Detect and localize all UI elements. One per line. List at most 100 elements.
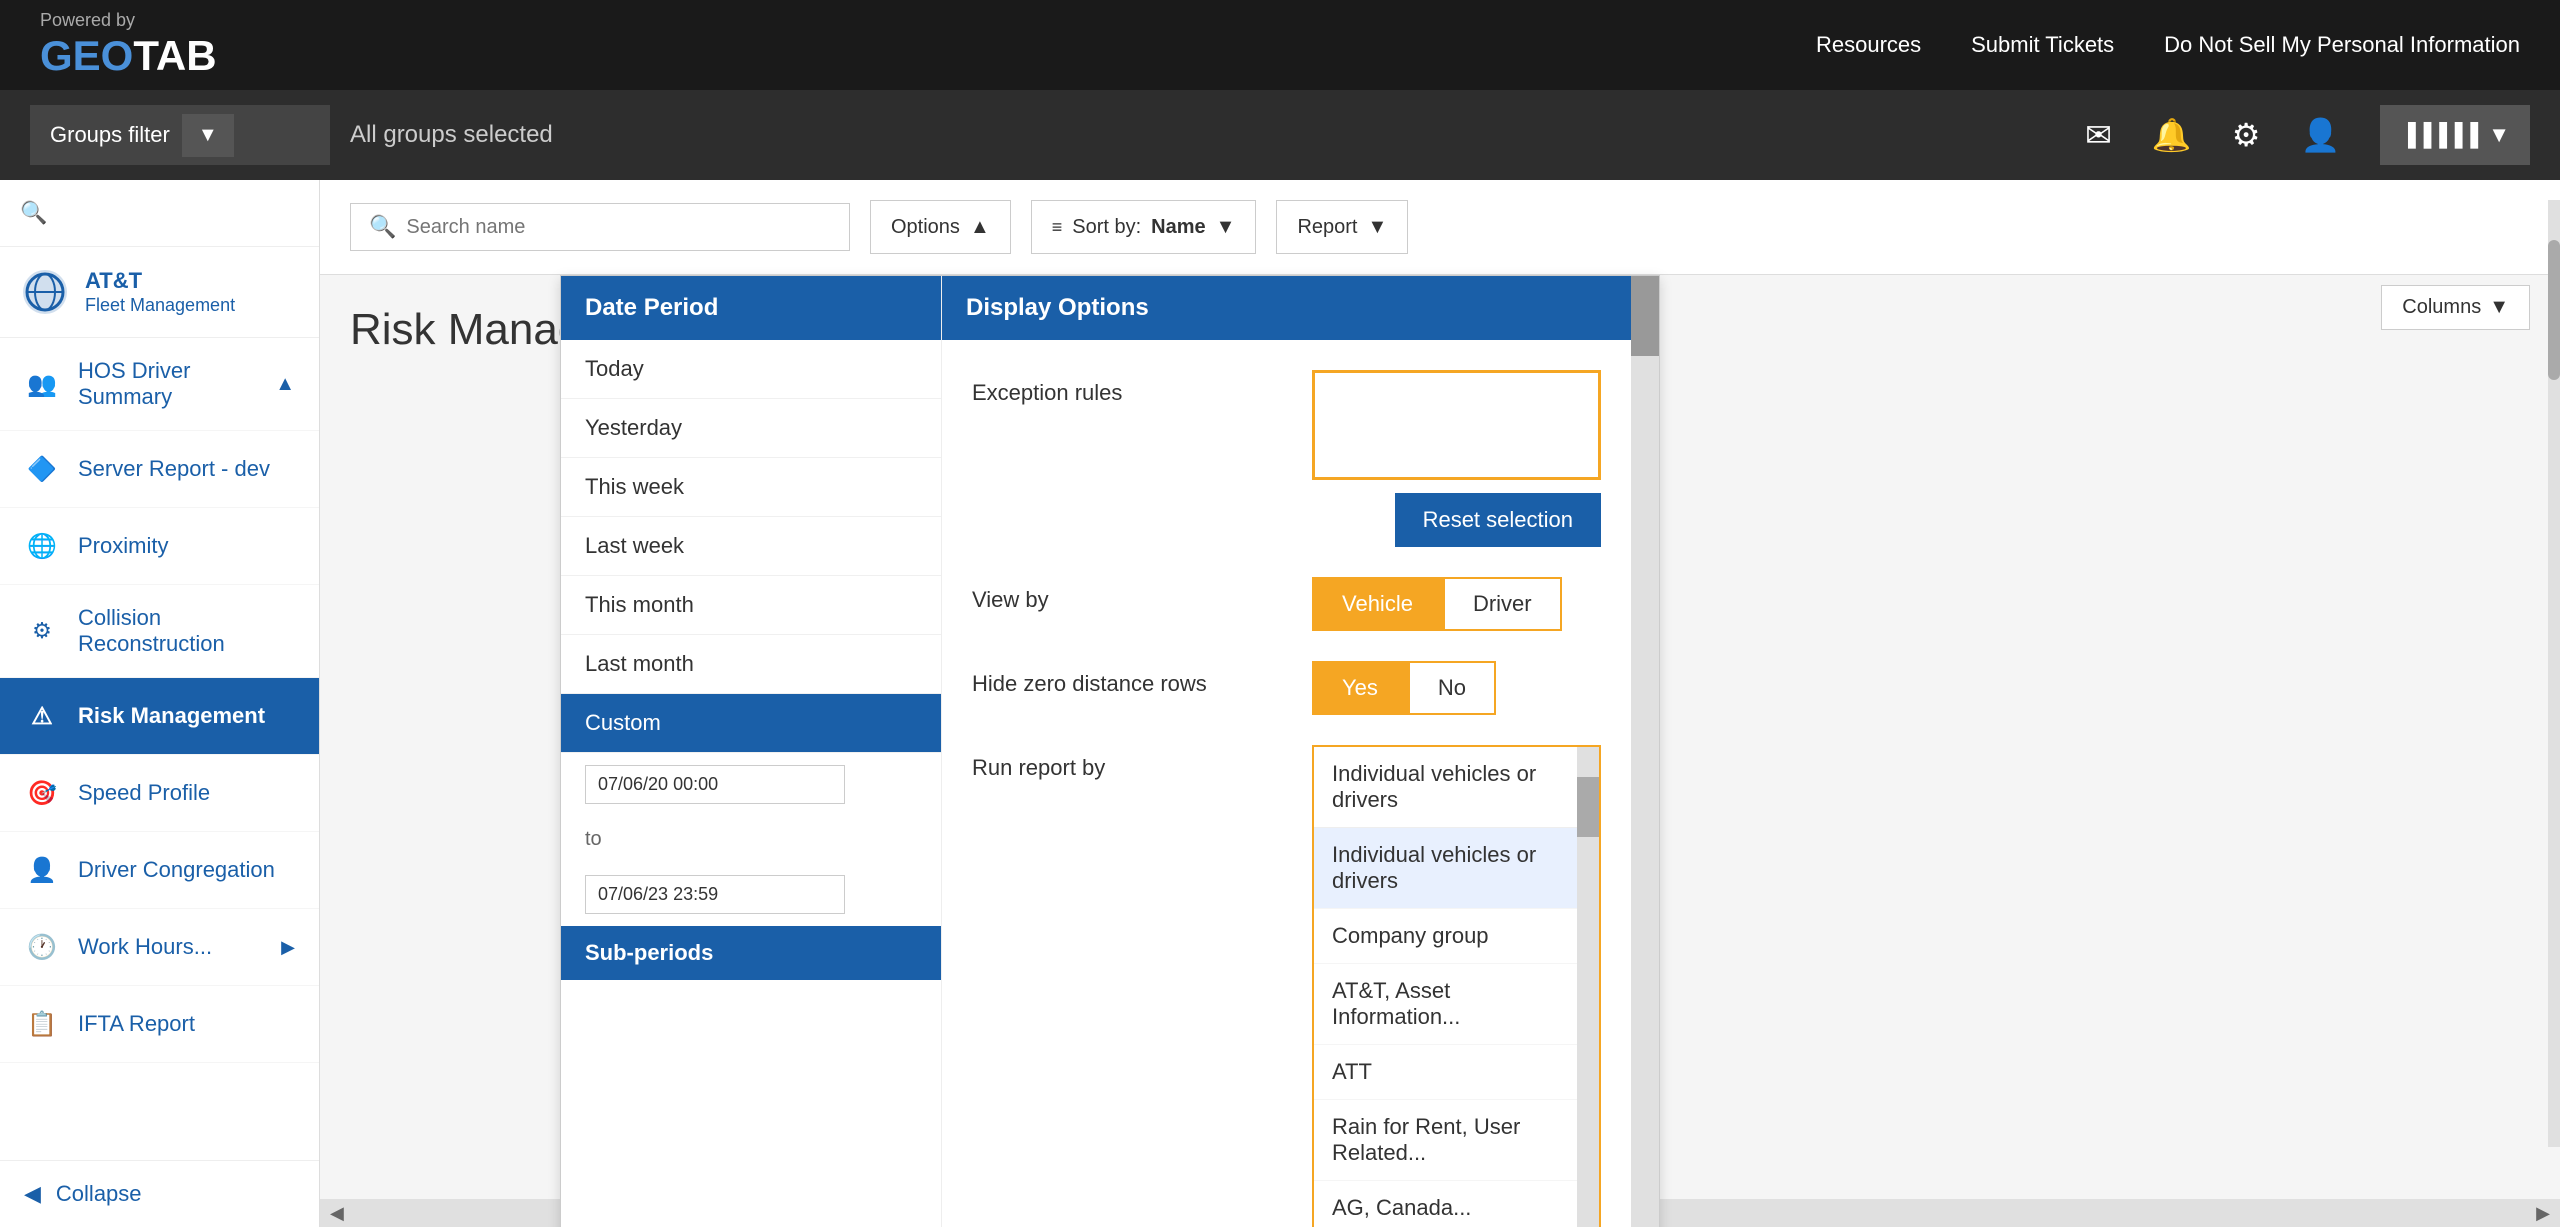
run-report-item-1[interactable]: Company group	[1314, 909, 1599, 964]
exception-rules-row: Exception rules Reset selection	[972, 370, 1601, 547]
submit-tickets-link[interactable]: Submit Tickets	[1971, 32, 2114, 58]
geo-text: GEO	[40, 32, 133, 80]
bell-icon-button[interactable]: 🔔	[2152, 116, 2192, 154]
date-to-row	[561, 863, 941, 926]
sidebar-item-driver-congregation[interactable]: 👤 Driver Congregation	[0, 832, 319, 909]
columns-button[interactable]: Columns ▼	[2381, 285, 2530, 330]
date-option-custom[interactable]: Custom	[561, 694, 941, 753]
exception-rules-control: Reset selection	[1312, 370, 1601, 547]
geotab-logo: Powered by GEOTAB	[40, 10, 217, 80]
report-button[interactable]: Report ▼	[1276, 200, 1408, 254]
date-period-panel: Date Period Today Yesterday This week La…	[561, 276, 941, 1227]
date-to-label: to	[585, 828, 602, 851]
groups-filter-button[interactable]: Groups filter ▼	[30, 105, 330, 165]
search-icon: 🔍	[369, 214, 396, 240]
date-option-last-week[interactable]: Last week	[561, 517, 941, 576]
top-navigation: Powered by GEOTAB Resources Submit Ticke…	[0, 0, 2560, 90]
run-report-scrollbar[interactable]	[1577, 747, 1599, 1227]
user-icon-button[interactable]: 👤	[2300, 116, 2340, 154]
top-nav-links: Resources Submit Tickets Do Not Sell My …	[1816, 32, 2520, 58]
view-by-vehicle-button[interactable]: Vehicle	[1312, 577, 1443, 631]
all-groups-text: All groups selected	[350, 121, 553, 149]
run-report-list: Individual vehicles or drivers Company g…	[1314, 827, 1599, 1227]
top-icons-group: ✉ 🔔 ⚙ 👤 ▐▐▐▐▐ ▼	[2085, 105, 2530, 165]
options-label: Options	[891, 216, 960, 239]
date-option-this-week[interactable]: This week	[561, 458, 941, 517]
user-dropdown-button[interactable]: ▐▐▐▐▐ ▼	[2380, 105, 2530, 165]
att-logo-icon	[20, 267, 70, 317]
logo-area: Powered by GEOTAB	[40, 10, 217, 80]
view-by-control: Vehicle Driver	[1312, 577, 1601, 631]
sidebar-item-label: Server Report - dev	[78, 456, 270, 482]
mail-icon-button[interactable]: ✉	[2085, 116, 2112, 154]
options-button[interactable]: Options ▲	[870, 200, 1011, 254]
sidebar-item-ifta-report[interactable]: 📋 IFTA Report	[0, 986, 319, 1063]
content-toolbar: 🔍 Options ▲ ≡ Sort by: Name ▼ Report ▼	[320, 180, 2560, 275]
display-options-header: Display Options	[942, 276, 1631, 340]
search-input[interactable]	[406, 216, 831, 239]
main-content: 🔍 Options ▲ ≡ Sort by: Name ▼ Report ▼ R…	[320, 180, 2560, 1227]
hide-zero-row: Hide zero distance rows Yes No	[972, 661, 1601, 715]
sidebar-item-server-report[interactable]: 🔷 Server Report - dev	[0, 431, 319, 508]
run-report-item-5[interactable]: AG, Canada...	[1314, 1181, 1599, 1227]
sidebar-item-label: Proximity	[78, 533, 168, 559]
scroll-right-icon[interactable]: ▶	[2526, 1203, 2560, 1224]
date-option-last-month[interactable]: Last month	[561, 635, 941, 694]
view-by-row: View by Vehicle Driver	[972, 577, 1601, 631]
sort-label: Sort by:	[1072, 216, 1141, 239]
settings-icon-button[interactable]: ⚙	[2232, 116, 2261, 154]
options-up-arrow-icon: ▲	[970, 216, 990, 239]
run-report-item-0[interactable]: Individual vehicles or drivers	[1314, 828, 1599, 909]
run-report-item-4[interactable]: Rain for Rent, User Related...	[1314, 1100, 1599, 1181]
view-by-driver-button[interactable]: Driver	[1443, 577, 1562, 631]
sidebar-item-label: Risk Management	[78, 703, 265, 729]
outer-scrollbar[interactable]	[1631, 276, 1659, 1227]
collapse-button[interactable]: ◀ Collapse	[0, 1160, 319, 1227]
exception-rules-input[interactable]	[1312, 370, 1601, 480]
sort-lines-icon: ≡	[1052, 217, 1063, 238]
date-from-input[interactable]	[585, 765, 845, 804]
run-report-dropdown[interactable]: Individual vehicles or drivers Individua…	[1312, 745, 1601, 1227]
sidebar-item-risk-management[interactable]: ⚠ Risk Management	[0, 678, 319, 755]
date-option-today[interactable]: Today	[561, 340, 941, 399]
run-report-item-2[interactable]: AT&T, Asset Information...	[1314, 964, 1599, 1045]
run-report-control: Individual vehicles or drivers Individua…	[1312, 745, 1601, 1227]
run-report-selected-text: Individual vehicles or drivers	[1332, 761, 1581, 813]
congregation-icon: 👤	[24, 852, 60, 888]
display-options-panel: Display Options Exception rules Reset se…	[941, 276, 1631, 1227]
resources-link[interactable]: Resources	[1816, 32, 1921, 58]
date-to-input[interactable]	[585, 875, 845, 914]
sort-button[interactable]: ≡ Sort by: Name ▼	[1031, 200, 1257, 254]
sidebar-item-label: HOS Driver Summary	[78, 358, 257, 410]
do-not-sell-link[interactable]: Do Not Sell My Personal Information	[2164, 32, 2520, 58]
sub-periods-header: Sub-periods	[561, 926, 941, 980]
sidebar-item-label: IFTA Report	[78, 1011, 195, 1037]
sidebar-search-input[interactable]: 🔍	[20, 200, 299, 226]
groups-filter-bar: Groups filter ▼ All groups selected ✉ 🔔 …	[0, 90, 2560, 180]
sidebar-navigation: 👥 HOS Driver Summary ▲ 🔷 Server Report -…	[0, 338, 319, 1160]
risk-icon: ⚠	[24, 698, 60, 734]
search-box[interactable]: 🔍	[350, 203, 850, 251]
view-by-label: View by	[972, 577, 1292, 613]
date-period-header: Date Period	[561, 276, 941, 340]
run-report-item-3[interactable]: ATT	[1314, 1045, 1599, 1100]
hide-zero-no-button[interactable]: No	[1408, 661, 1496, 715]
sidebar-item-label: Collision Reconstruction	[78, 605, 295, 657]
powered-by-text: Powered by	[40, 10, 217, 32]
options-dropdown: Date Period Today Yesterday This week La…	[560, 275, 1660, 1227]
date-option-this-month[interactable]: This month	[561, 576, 941, 635]
sidebar-item-speed-profile[interactable]: 🎯 Speed Profile	[0, 755, 319, 832]
sidebar-item-collision-reconstruction[interactable]: ⚙ Collision Reconstruction	[0, 585, 319, 678]
server-icon: 🔷	[24, 451, 60, 487]
display-options-body: Exception rules Reset selection View by	[942, 340, 1631, 1227]
sidebar-item-hos-driver-summary[interactable]: 👥 HOS Driver Summary ▲	[0, 338, 319, 431]
date-option-yesterday[interactable]: Yesterday	[561, 399, 941, 458]
hide-zero-yes-button[interactable]: Yes	[1312, 661, 1408, 715]
reset-selection-button[interactable]: Reset selection	[1395, 493, 1601, 547]
groups-filter-arrow: ▼	[182, 114, 234, 157]
sidebar-item-proximity[interactable]: 🌐 Proximity	[0, 508, 319, 585]
proximity-icon: 🌐	[24, 528, 60, 564]
scroll-left-icon[interactable]: ◀	[320, 1203, 354, 1224]
sort-value: Name	[1151, 216, 1205, 239]
sidebar-item-work-hours[interactable]: 🕐 Work Hours... ▶	[0, 909, 319, 986]
